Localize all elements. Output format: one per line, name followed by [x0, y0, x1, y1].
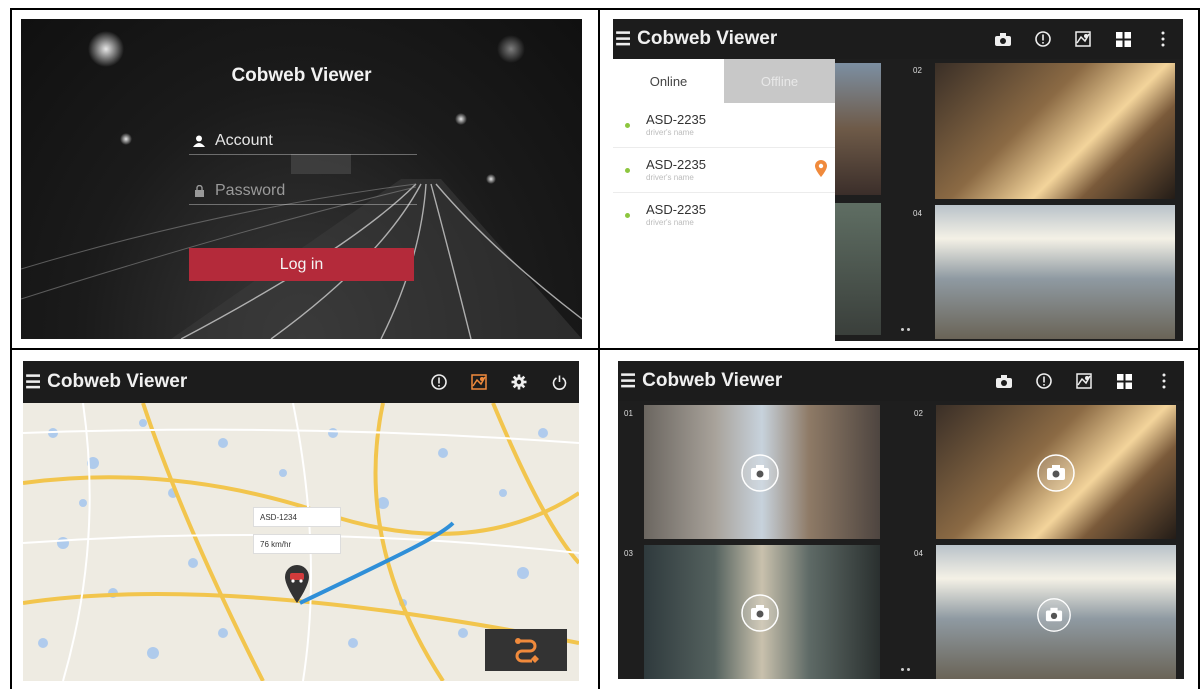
more-vertical-icon[interactable] [1144, 361, 1184, 401]
online-status-dot [625, 213, 630, 218]
menu-icon[interactable]: ☰ [25, 372, 41, 393]
online-status-dot [625, 123, 630, 128]
frame-right-border [1198, 8, 1200, 689]
status-tabs: Online Offline [613, 59, 835, 103]
account-placeholder: Account [215, 131, 273, 149]
tab-online[interactable]: Online [613, 59, 724, 103]
camera-number-label: 02 [913, 66, 922, 75]
map-icon-active[interactable] [459, 362, 499, 402]
vehicle-id-label: ASD-1234 [253, 507, 341, 527]
device-id: ASD-2235 [646, 112, 706, 127]
snapshot-icon[interactable] [1036, 453, 1076, 498]
driver-name: driver's name [646, 218, 694, 227]
quad-camera-screen: ☰ Cobweb Viewer 01 02 03 04 [618, 361, 1184, 679]
camera-view-partial-left-lower[interactable] [835, 203, 881, 335]
password-placeholder: Password [215, 181, 286, 199]
camera-icon[interactable] [983, 19, 1023, 59]
app-title: Cobweb Viewer [642, 370, 783, 391]
frame-left-border [10, 8, 12, 689]
app-bar: ☰ Cobweb Viewer [618, 361, 1184, 401]
snapshot-icon[interactable] [1036, 597, 1072, 638]
frame-middle-border [10, 348, 1200, 350]
power-icon[interactable] [539, 362, 579, 402]
snapshot-icon[interactable] [740, 593, 780, 638]
login-screen: Cobweb Viewer Account Password Log in [21, 19, 582, 339]
app-bar: ☰ Cobweb Viewer [613, 19, 1183, 59]
online-status-dot [625, 168, 630, 173]
camera-number: 04 [914, 549, 923, 558]
camera-view-01[interactable] [644, 405, 880, 539]
map-icon[interactable] [1063, 19, 1103, 59]
tab-offline[interactable]: Offline [724, 59, 835, 103]
car-pin-icon[interactable] [285, 565, 309, 608]
menu-icon[interactable]: ☰ [620, 371, 636, 392]
driver-name: driver's name [646, 173, 694, 182]
password-field[interactable]: Password [189, 177, 417, 205]
snapshot-icon[interactable] [740, 453, 780, 498]
login-app-title: Cobweb Viewer [231, 65, 372, 86]
camera-number-label: 04 [913, 209, 922, 218]
camera-number: 02 [914, 409, 923, 418]
alert-icon[interactable] [1023, 19, 1063, 59]
camera-view-04[interactable] [936, 545, 1176, 679]
vehicle-speed-label: 76 km/hr [253, 534, 341, 554]
frame-top-border [10, 8, 1200, 10]
account-field[interactable]: Account [189, 127, 417, 155]
route-playback-button[interactable] [485, 629, 567, 671]
page-indicator[interactable] [901, 328, 910, 331]
device-list-screen: ☰ Cobweb Viewer 02 04 02 04 [613, 19, 1183, 341]
camera-view-02[interactable]: 02 [935, 63, 1175, 199]
camera-view-04[interactable]: 04 [935, 205, 1175, 339]
app-bar: ☰ Cobweb Viewer [23, 361, 579, 403]
camera-number: 01 [624, 409, 633, 418]
login-button[interactable]: Log in [189, 248, 414, 281]
user-icon [189, 135, 209, 147]
grid-view-icon[interactable] [1103, 19, 1143, 59]
list-item[interactable]: ASD-2235 driver's name [613, 103, 835, 148]
gear-icon[interactable] [499, 362, 539, 402]
map-icon[interactable] [1064, 361, 1104, 401]
map-screen: ☰ Cobweb Viewer ASD-1234 76 km/hr [23, 361, 579, 681]
location-pin-icon[interactable] [815, 160, 827, 182]
app-title: Cobweb Viewer [637, 28, 778, 49]
more-vertical-icon[interactable] [1143, 19, 1183, 59]
list-item[interactable]: ASD-2235 driver's name [613, 148, 835, 193]
alert-icon[interactable] [1024, 361, 1064, 401]
menu-icon[interactable]: ☰ [615, 29, 631, 50]
list-item[interactable]: ASD-2235 driver's name [613, 193, 835, 238]
camera-icon[interactable] [984, 361, 1024, 401]
camera-view-03[interactable] [644, 545, 880, 679]
page-indicator[interactable] [901, 668, 910, 671]
app-title: Cobweb Viewer [47, 371, 188, 392]
frame-center-border [598, 8, 600, 689]
device-id: ASD-2235 [646, 202, 706, 217]
device-list-panel: Online Offline ASD-2235 driver's name AS… [613, 59, 835, 341]
driver-name: driver's name [646, 128, 694, 137]
lock-icon [189, 184, 209, 197]
route-icon [515, 638, 539, 663]
grid-view-icon[interactable] [1104, 361, 1144, 401]
camera-number: 03 [624, 549, 633, 558]
alert-icon[interactable] [419, 362, 459, 402]
camera-view-partial-left[interactable] [835, 63, 881, 195]
device-id: ASD-2235 [646, 157, 706, 172]
camera-view-02[interactable] [936, 405, 1176, 539]
